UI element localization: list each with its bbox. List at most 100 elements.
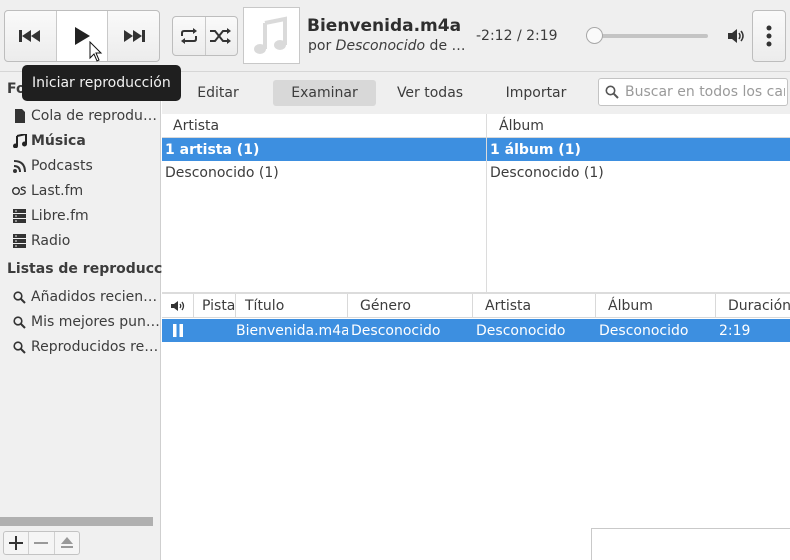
menu-button[interactable] (752, 10, 786, 62)
eject-button[interactable] (55, 532, 79, 554)
table-row[interactable]: Bienvenida.m4a Desconocido Desconocido D… (162, 319, 790, 342)
playlists-header: Listas de reproducción (7, 261, 187, 277)
shuffle-button[interactable] (206, 17, 238, 55)
tab-browse[interactable]: Examinar (273, 80, 376, 106)
seek-slider[interactable] (580, 26, 710, 46)
sidebar-actions (3, 531, 80, 555)
sidebar-item-label: Radio (31, 233, 71, 249)
album-column-header[interactable]: Álbum (487, 114, 790, 138)
tab-edit[interactable]: Editar (184, 80, 252, 106)
kebab-menu-icon (766, 25, 772, 47)
seek-handle[interactable] (586, 27, 603, 44)
by-prefix: por (308, 38, 336, 54)
sidebar-item-lastfm[interactable]: Last.fm (12, 180, 160, 202)
artist-row[interactable]: Desconocido (1) (162, 161, 486, 184)
sidebar-item-librefm[interactable]: Libre.fm (12, 205, 160, 227)
sidebar-item-queue[interactable]: Cola de reproducción (12, 105, 160, 127)
plus-icon (9, 536, 24, 550)
server-icon (12, 209, 27, 224)
sidebar-item-label: Música (31, 133, 86, 149)
sidebar-item-label: Añadidos recientemente (31, 289, 160, 305)
play-tooltip: Iniciar reproducción (22, 65, 181, 101)
title-column-header[interactable]: Título (236, 294, 348, 318)
sidebar-item-top-rated[interactable]: Mis mejores puntuaciones (12, 311, 160, 333)
track-list: Pista Título Género Artista Álbum Duraci… (162, 294, 790, 560)
search-icon (12, 290, 27, 305)
tab-view-all[interactable]: Ver todas (390, 80, 470, 106)
sidebar-scrollbar[interactable] (0, 517, 153, 526)
library-browser: Artista Álbum 1 artista (1) Desconocido … (162, 114, 790, 294)
speaker-icon (728, 29, 744, 43)
shuffle-icon (210, 28, 232, 44)
sidebar-item-radio[interactable]: Radio (12, 230, 160, 252)
sidebar-item-music[interactable]: Música (12, 130, 160, 152)
sidebar-item-label: Reproducidos recientemente (31, 339, 160, 355)
music-note-icon (12, 134, 27, 149)
skip-forward-icon (123, 30, 145, 42)
search-icon (12, 340, 27, 355)
sidebar-item-podcasts[interactable]: Podcasts (12, 155, 160, 177)
track-list-header: Pista Título Género Artista Álbum Duraci… (162, 294, 790, 318)
sidebar-item-label: Last.fm (31, 183, 84, 199)
title-cell: Bienvenida.m4a (236, 322, 348, 339)
repeat-shuffle-group (172, 16, 238, 56)
search-icon (605, 85, 619, 99)
search-icon (12, 315, 27, 330)
skip-back-icon (19, 30, 41, 42)
sidebar-item-recently-added[interactable]: Añadidos recientemente (12, 286, 160, 308)
genre-column-header[interactable]: Género (348, 294, 473, 318)
mouse-cursor-icon (89, 41, 103, 62)
artist-cell: Desconocido (476, 322, 566, 339)
album-art (243, 7, 300, 64)
album-prefix: de … (425, 38, 466, 54)
pause-icon (162, 319, 194, 342)
remove-playlist-button[interactable] (29, 532, 55, 554)
artist-column-header[interactable]: Artista (473, 294, 596, 318)
lastfm-icon (12, 184, 27, 199)
song-artist: Desconocido (335, 38, 426, 54)
track-number-cell (194, 319, 236, 342)
playback-controls (4, 10, 160, 62)
status-area (591, 528, 790, 560)
eject-icon (60, 537, 73, 548)
album-row[interactable]: Desconocido (1) (487, 161, 790, 184)
tooltip-text: Iniciar reproducción (32, 75, 171, 91)
music-note-icon (253, 16, 287, 54)
track-number-column-header[interactable]: Pista (194, 294, 236, 318)
seek-track (586, 34, 708, 38)
genre-cell: Desconocido (351, 322, 441, 339)
search-box[interactable] (598, 78, 788, 106)
duration-cell: 2:19 (719, 322, 751, 339)
artist-row-all[interactable]: 1 artista (1) (162, 138, 486, 161)
sidebar-item-label: Cola de reproducción (31, 108, 160, 124)
speaker-icon (170, 301, 184, 311)
repeat-icon (180, 28, 197, 44)
duration-column-header[interactable]: Duración (716, 294, 790, 318)
volume-button[interactable] (726, 26, 746, 46)
server-icon (12, 234, 27, 249)
rss-icon (12, 159, 27, 174)
album-row-all[interactable]: 1 álbum (1) (487, 138, 790, 161)
browse-toolbar: Editar Examinar Ver todas Importar (162, 72, 790, 114)
song-title: Bienvenida.m4a (307, 16, 462, 36)
album-cell: Desconocido (599, 322, 689, 339)
next-button[interactable] (108, 11, 159, 61)
now-playing-column-header[interactable] (162, 294, 194, 318)
add-playlist-button[interactable] (4, 532, 30, 554)
tab-import[interactable]: Importar (498, 80, 574, 106)
sidebar-item-label: Libre.fm (31, 208, 89, 224)
song-subtitle: por Desconocido de … (308, 38, 466, 54)
artist-column-header[interactable]: Artista (162, 114, 486, 138)
sidebar-item-label: Mis mejores puntuaciones (31, 314, 160, 330)
search-input[interactable] (625, 84, 785, 100)
previous-button[interactable] (5, 11, 57, 61)
album-column-header[interactable]: Álbum (596, 294, 716, 318)
time-display: -2:12 / 2:19 (476, 28, 558, 44)
sidebar: Fo Cola de reproducción Música Podcasts … (0, 72, 187, 560)
player-toolbar: Bienvenida.m4a por Desconocido de … -2:1… (0, 0, 790, 72)
repeat-button[interactable] (173, 17, 206, 55)
sidebar-item-recently-played[interactable]: Reproducidos recientemente (12, 336, 160, 358)
sidebar-item-label: Podcasts (31, 158, 93, 174)
minus-icon (34, 542, 49, 544)
document-icon (12, 109, 27, 124)
